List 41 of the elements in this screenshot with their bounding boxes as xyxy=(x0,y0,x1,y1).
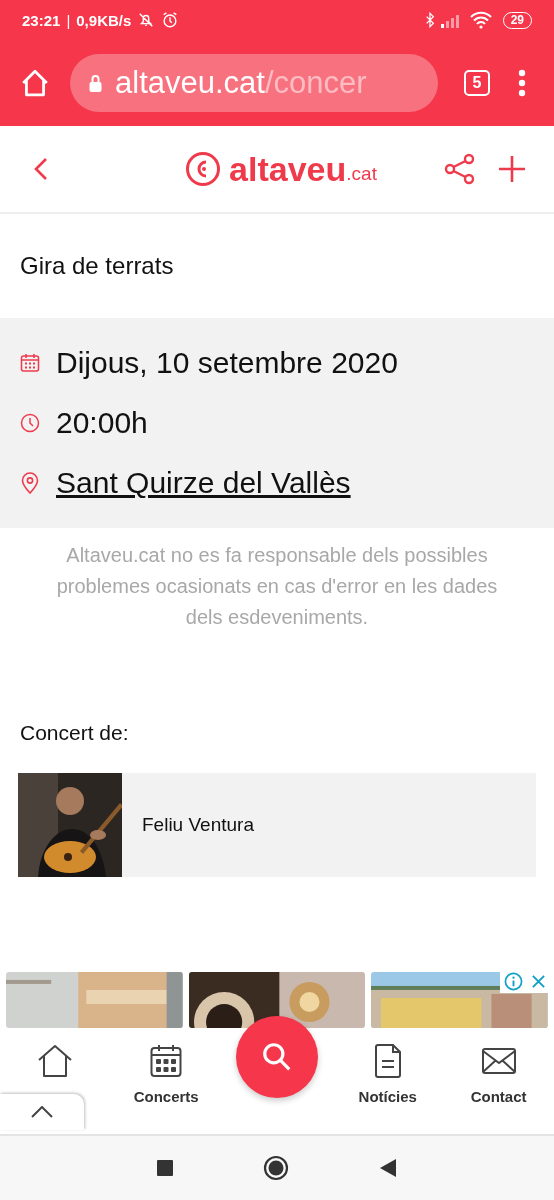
section-heading: Concert de: xyxy=(20,721,130,745)
lock-icon xyxy=(88,74,103,92)
wifi-icon xyxy=(468,11,493,29)
back-triangle-icon[interactable] xyxy=(379,1159,397,1177)
bell-off-icon xyxy=(137,11,156,29)
search-icon[interactable] xyxy=(261,1041,293,1073)
artist-name: Feliu Ventura xyxy=(142,814,254,836)
nav-label[interactable]: Concerts xyxy=(133,1088,199,1105)
share-icon[interactable] xyxy=(444,153,476,185)
event-date: Dijous, 10 setembre 2020 xyxy=(56,346,398,380)
chevron-up-icon[interactable] xyxy=(31,1106,53,1118)
artist-card[interactable]: Feliu Ventura xyxy=(18,773,536,877)
location-link[interactable]: Sant Quirze del Vallès xyxy=(56,466,351,500)
search-button[interactable] xyxy=(236,1016,318,1098)
menu-icon[interactable] xyxy=(518,69,526,97)
document-icon[interactable] xyxy=(373,1044,402,1078)
home-icon[interactable] xyxy=(37,1044,74,1078)
info-icon[interactable] xyxy=(504,972,523,991)
network-speed: 0,9KB/s xyxy=(76,11,132,29)
event-time: 20:00h xyxy=(56,406,148,440)
logo-icon xyxy=(185,151,222,187)
calendar-icon xyxy=(20,353,40,373)
location-pin-icon xyxy=(20,471,40,495)
logo-text: altaveu xyxy=(229,149,347,189)
calendar-icon[interactable] xyxy=(150,1044,183,1078)
logo-suffix: .cat xyxy=(346,163,377,185)
nav-label[interactable]: Contact xyxy=(470,1088,527,1105)
clock-icon xyxy=(20,413,40,433)
event-title: Gira de terrats xyxy=(19,251,175,281)
url-domain: altaveu.cat xyxy=(115,65,265,101)
status-separator: | xyxy=(66,11,71,29)
close-icon[interactable] xyxy=(531,974,546,989)
url-path: /concer xyxy=(264,65,367,101)
tab-count-button[interactable]: 5 xyxy=(464,70,490,96)
add-icon[interactable] xyxy=(498,155,526,183)
disclaimer-text: Altaveu.cat no es fa responsable dels possibles problemes ocasionats en cas d'error en les dades dels esdeveniments. xyxy=(55,543,499,630)
status-time: 23:21 xyxy=(22,11,61,29)
bluetooth-icon xyxy=(424,11,435,29)
home-circle-icon[interactable] xyxy=(263,1155,289,1181)
back-icon[interactable] xyxy=(34,156,48,182)
nav-label[interactable]: Notícies xyxy=(358,1088,417,1105)
